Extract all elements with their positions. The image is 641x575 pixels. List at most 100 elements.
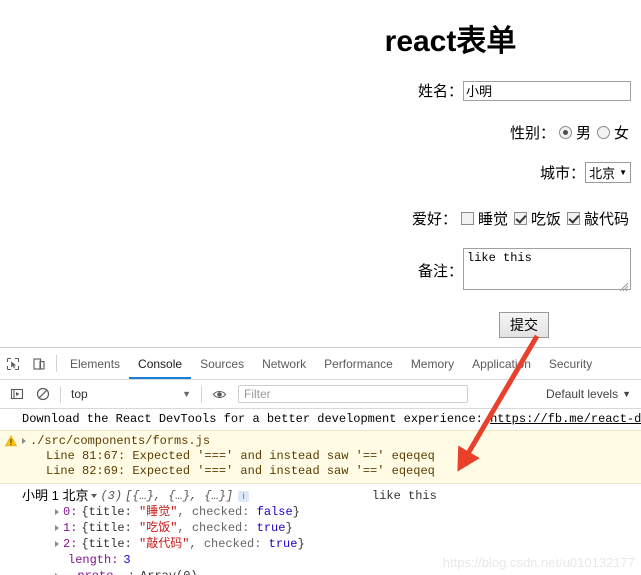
array-entry-title-1: "吃饭" <box>139 521 178 535</box>
array-entry-row-2[interactable]: 2: {title: "敲代码", checked: true} <box>0 536 641 552</box>
expand-triangle-icon[interactable] <box>22 437 26 444</box>
expand-triangle-icon[interactable] <box>55 524 59 531</box>
hobby-option-label-sleep: 睡觉 <box>477 211 508 228</box>
console-log-header: 小明 1 北京 (3) [{…}, {…}, {…}] i <box>0 488 641 504</box>
execute-icon[interactable] <box>4 381 30 407</box>
tab-network[interactable]: Network <box>253 349 315 379</box>
console-log-tail-text: like this <box>372 489 437 503</box>
array-proto-value: Array(0) <box>140 569 198 575</box>
react-devtools-link[interactable]: https://fb.me/react-devt <box>490 412 641 426</box>
toolbar-divider <box>56 355 57 372</box>
warning-source-row[interactable]: ./src/components/forms.js <box>0 434 641 449</box>
field-row-gender: 性别： 男 女 <box>0 122 631 143</box>
live-expression-icon[interactable] <box>206 381 232 407</box>
filterbar-divider-2 <box>201 385 202 403</box>
page-title-text: react表单 <box>384 25 517 58</box>
array-entry-close-2: } <box>297 537 305 551</box>
array-entry-open-0: {title: <box>81 505 140 519</box>
array-entry-index-2: 2: <box>63 537 78 551</box>
hobby-label: 爱好： <box>411 211 457 228</box>
inspect-element-icon[interactable] <box>0 351 26 377</box>
array-count: (3) <box>100 489 123 503</box>
tab-security[interactable]: Security <box>540 349 601 379</box>
array-entry-open-2: {title: <box>81 537 140 551</box>
gender-radio-male[interactable] <box>558 126 572 139</box>
city-label: 城市： <box>540 165 586 182</box>
chevron-down-icon: ▼ <box>622 389 631 399</box>
chevron-down-icon: ▼ <box>619 167 627 177</box>
console-context-value: top <box>71 387 88 401</box>
field-row-remark: 备注： <box>0 248 631 293</box>
hobby-checkbox-sleep[interactable] <box>460 212 474 225</box>
gender-option-label-male: 男 <box>575 125 591 142</box>
tab-performance[interactable]: Performance <box>315 349 402 379</box>
console-info-text: Download the React DevTools for a better… <box>22 412 491 426</box>
page-title: react表单 <box>0 16 631 60</box>
array-length-row: length: 3 <box>0 552 641 568</box>
city-select[interactable]: 北京 ▼ <box>585 162 631 183</box>
array-length-value: 3 <box>123 553 131 567</box>
array-entry-title-0: "睡觉" <box>139 505 178 519</box>
array-entry-checked-1: true <box>256 521 286 535</box>
console-context-select[interactable]: top ▼ <box>65 387 197 401</box>
array-preview: [{…}, {…}, {…}] <box>125 489 234 503</box>
filterbar-divider <box>60 385 61 403</box>
array-entry-close-1: } <box>285 521 293 535</box>
array-entry-mid-1: , checked: <box>177 521 257 535</box>
remark-textarea-wrapper <box>463 248 631 293</box>
warning-detail-line-2: Line 82:69: Expected '===' and instead s… <box>46 464 435 478</box>
remark-label: 备注： <box>417 263 463 280</box>
array-entry-checked-0: false <box>256 505 293 519</box>
array-proto-key: __proto__: <box>63 569 135 575</box>
field-row-submit: 提交 <box>0 312 631 338</box>
name-input[interactable] <box>463 80 631 101</box>
warning-detail-line-1: Line 81:67: Expected '===' and instead s… <box>46 449 435 463</box>
console-log-values: 小明 1 北京 <box>22 488 89 503</box>
tab-memory[interactable]: Memory <box>402 349 463 379</box>
tab-console[interactable]: Console <box>129 349 191 379</box>
gender-label: 性别： <box>509 125 555 142</box>
array-entry-close-0: } <box>292 505 300 519</box>
expand-triangle-icon[interactable] <box>55 540 59 547</box>
info-badge-icon[interactable]: i <box>238 490 250 502</box>
tab-sources[interactable]: Sources <box>191 349 253 379</box>
hobby-option-label-eat: 吃饭 <box>530 211 561 228</box>
array-entry-row-1[interactable]: 1: {title: "吃饭", checked: true} <box>0 520 641 536</box>
array-entry-open-1: {title: <box>81 521 140 535</box>
console-message-list: Download the React DevTools for a better… <box>0 409 641 575</box>
array-length-key: length: <box>68 553 119 567</box>
warning-source-path: ./src/components/forms.js <box>30 434 211 448</box>
array-entry-index-1: 1: <box>63 521 78 535</box>
console-levels-value: Default levels <box>546 387 619 401</box>
array-entry-mid-0: , checked: <box>177 505 257 519</box>
hobby-checkbox-eat[interactable] <box>513 212 527 225</box>
console-message-log: 小明 1 北京 (3) [{…}, {…}, {…}] i like this … <box>0 484 641 575</box>
devtools-tabbar: Elements Console Sources Network Perform… <box>0 348 641 380</box>
field-row-name: 姓名： <box>0 80 631 101</box>
console-message-warning: ./src/components/forms.js Line 81:67: Ex… <box>0 431 641 484</box>
field-row-hobby: 爱好： 睡觉 吃饭 敲代码 <box>0 208 631 229</box>
console-levels-select[interactable]: Default levels ▼ <box>546 387 637 401</box>
city-select-value: 北京 <box>589 166 616 181</box>
tab-elements[interactable]: Elements <box>61 349 129 379</box>
array-entry-index-0: 0: <box>63 505 78 519</box>
devtools-panel: Elements Console Sources Network Perform… <box>0 347 641 575</box>
warning-icon <box>5 435 17 447</box>
console-message-info: Download the React DevTools for a better… <box>0 409 641 431</box>
array-entry-row-0[interactable]: 0: {title: "睡觉", checked: false} <box>0 504 641 520</box>
console-filter-input[interactable] <box>238 385 468 403</box>
web-page-viewport: react表单 姓名： 性别： 男 女 城市： 北京 ▼ 爱好： 睡觉 吃饭 敲… <box>0 0 641 347</box>
submit-button[interactable]: 提交 <box>499 312 549 338</box>
expand-triangle-icon[interactable] <box>55 508 59 515</box>
collapse-triangle-icon[interactable] <box>91 494 98 498</box>
device-toolbar-icon[interactable] <box>26 351 52 377</box>
remark-textarea[interactable] <box>463 248 631 290</box>
console-filter-bar: top ▼ Default levels ▼ <box>0 380 641 409</box>
array-entry-mid-2: , checked: <box>189 537 269 551</box>
chevron-down-icon: ▼ <box>182 389 191 399</box>
clear-console-icon[interactable] <box>30 381 56 407</box>
tab-application[interactable]: Application <box>463 349 540 379</box>
hobby-checkbox-code[interactable] <box>566 212 580 225</box>
array-entry-title-2: "敲代码" <box>139 537 190 551</box>
gender-radio-female[interactable] <box>596 126 610 139</box>
